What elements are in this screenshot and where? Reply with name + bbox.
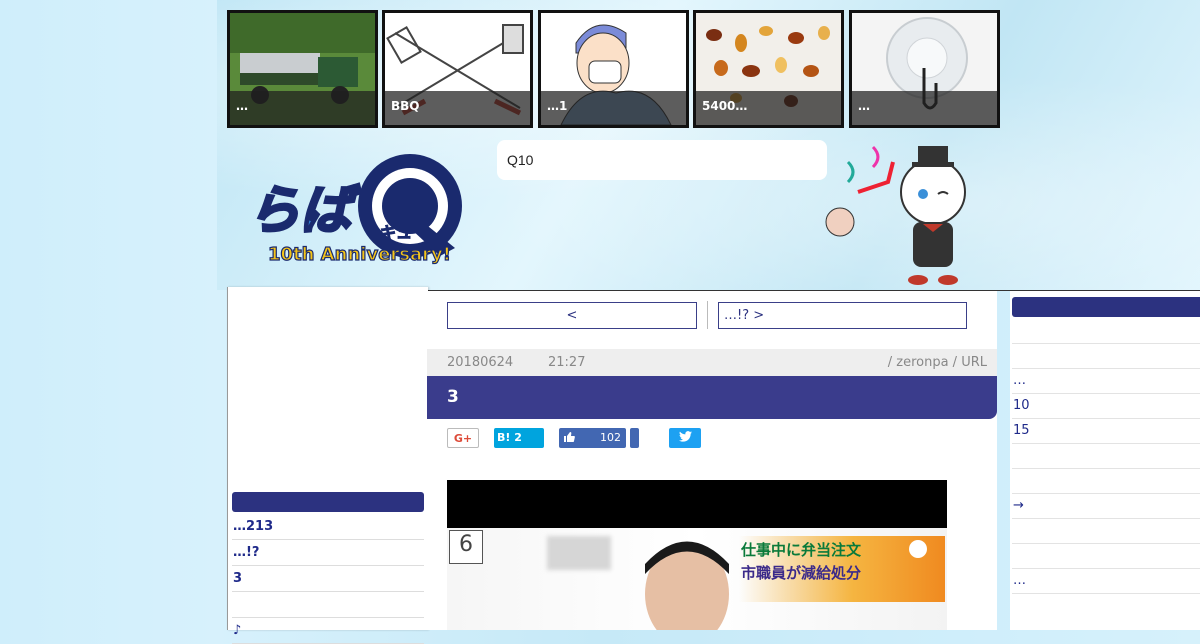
article-meta: 20180624 21:27 / zeronpa / URL <box>427 349 997 376</box>
next-article-link[interactable]: …!? > <box>718 302 967 329</box>
blurred-text <box>547 536 611 570</box>
thumbs-up-icon <box>563 431 575 444</box>
logo-sub-text: キュー <box>380 223 428 242</box>
thumbnail-caption: BBQ <box>385 91 530 125</box>
thumbnail-amber[interactable]: 5400… <box>693 10 844 128</box>
twitter-bird-icon <box>678 431 692 444</box>
list-item[interactable] <box>1012 469 1200 494</box>
thumbnail-caption: 5400… <box>696 91 841 125</box>
twitter-share-button[interactable] <box>669 428 701 448</box>
list-item[interactable]: 3 <box>232 566 424 592</box>
list-item[interactable] <box>1012 344 1200 369</box>
right-sidebar-list: … 10 15 → … <box>1012 319 1200 594</box>
logo-text: らば <box>248 181 361 241</box>
hatena-count: 2 <box>514 431 522 444</box>
article-title: 3 <box>427 376 997 419</box>
sidebar-header-bar <box>232 492 424 512</box>
hatena-bookmark-button[interactable]: B! 2 <box>494 428 544 448</box>
video-caption-line2: 市職員が減給処分 <box>741 564 862 582</box>
left-sidebar-list: …213 …!? 3 ♪ <box>232 514 424 644</box>
thumbnail-surgeon[interactable]: …1 <box>538 10 689 128</box>
search-input[interactable] <box>497 140 827 180</box>
list-item[interactable]: … <box>1012 569 1200 594</box>
embedded-video[interactable]: 6 仕事中に弁当注文 市職員が減給処分 <box>447 480 947 630</box>
article-main: < …!? > 20180624 21:27 / zeronpa / URL 3… <box>427 291 997 630</box>
list-item[interactable]: → <box>1012 494 1200 519</box>
list-item[interactable]: … <box>1012 369 1200 394</box>
right-sidebar: … 10 15 → … <box>1010 291 1200 630</box>
thumbnail-caption: … <box>852 91 997 125</box>
sidebar-header-bar <box>1012 297 1200 317</box>
logo-graphic: らば キュー 10th Anniversary! <box>247 154 462 266</box>
list-item[interactable]: 15 <box>1012 419 1200 444</box>
prev-article-link[interactable]: < <box>447 302 697 329</box>
site-logo[interactable]: らば キュー 10th Anniversary! <box>240 148 475 273</box>
list-item[interactable] <box>1012 519 1200 544</box>
video-caption-line1: 仕事中に弁当注文 <box>741 541 862 559</box>
anniversary-text: 10th Anniversary! <box>268 244 451 265</box>
thumbnail-caption: …1 <box>541 91 686 125</box>
list-item[interactable] <box>1012 444 1200 469</box>
video-frame: 6 仕事中に弁当注文 市職員が減給処分 <box>447 528 947 630</box>
nav-separator <box>707 301 708 329</box>
google-plus-share-button[interactable]: G+ <box>447 428 479 448</box>
mascot-illustration <box>818 132 973 287</box>
channel-logo: 6 <box>449 530 483 564</box>
article-author[interactable]: / zeronpa / URL <box>888 349 987 376</box>
thumbnail-suction-hook[interactable]: … <box>849 10 1000 128</box>
news-person-image <box>645 541 729 630</box>
facebook-share-button[interactable] <box>630 428 639 448</box>
broadcast-icon <box>909 540 927 558</box>
list-item[interactable] <box>1012 544 1200 569</box>
thumbnail-caption: … <box>230 91 375 125</box>
list-item[interactable]: …213 <box>232 514 424 540</box>
list-item[interactable] <box>1012 319 1200 344</box>
facebook-like-count: 102 <box>600 431 621 444</box>
thumbnail-bbq[interactable]: BBQ <box>382 10 533 128</box>
list-item[interactable]: ♪ <box>232 618 424 644</box>
list-item[interactable]: 10 <box>1012 394 1200 419</box>
list-item[interactable] <box>232 592 424 618</box>
hatena-icon: B! <box>497 431 511 444</box>
list-item[interactable]: …!? <box>232 540 424 566</box>
article-date: 20180624 <box>447 355 514 370</box>
left-sidebar: …213 …!? 3 ♪ <box>227 287 428 644</box>
facebook-like-button[interactable]: 102 <box>559 428 626 448</box>
article-time: 21:27 <box>548 355 586 370</box>
thumbnail-truck[interactable]: … <box>227 10 378 128</box>
